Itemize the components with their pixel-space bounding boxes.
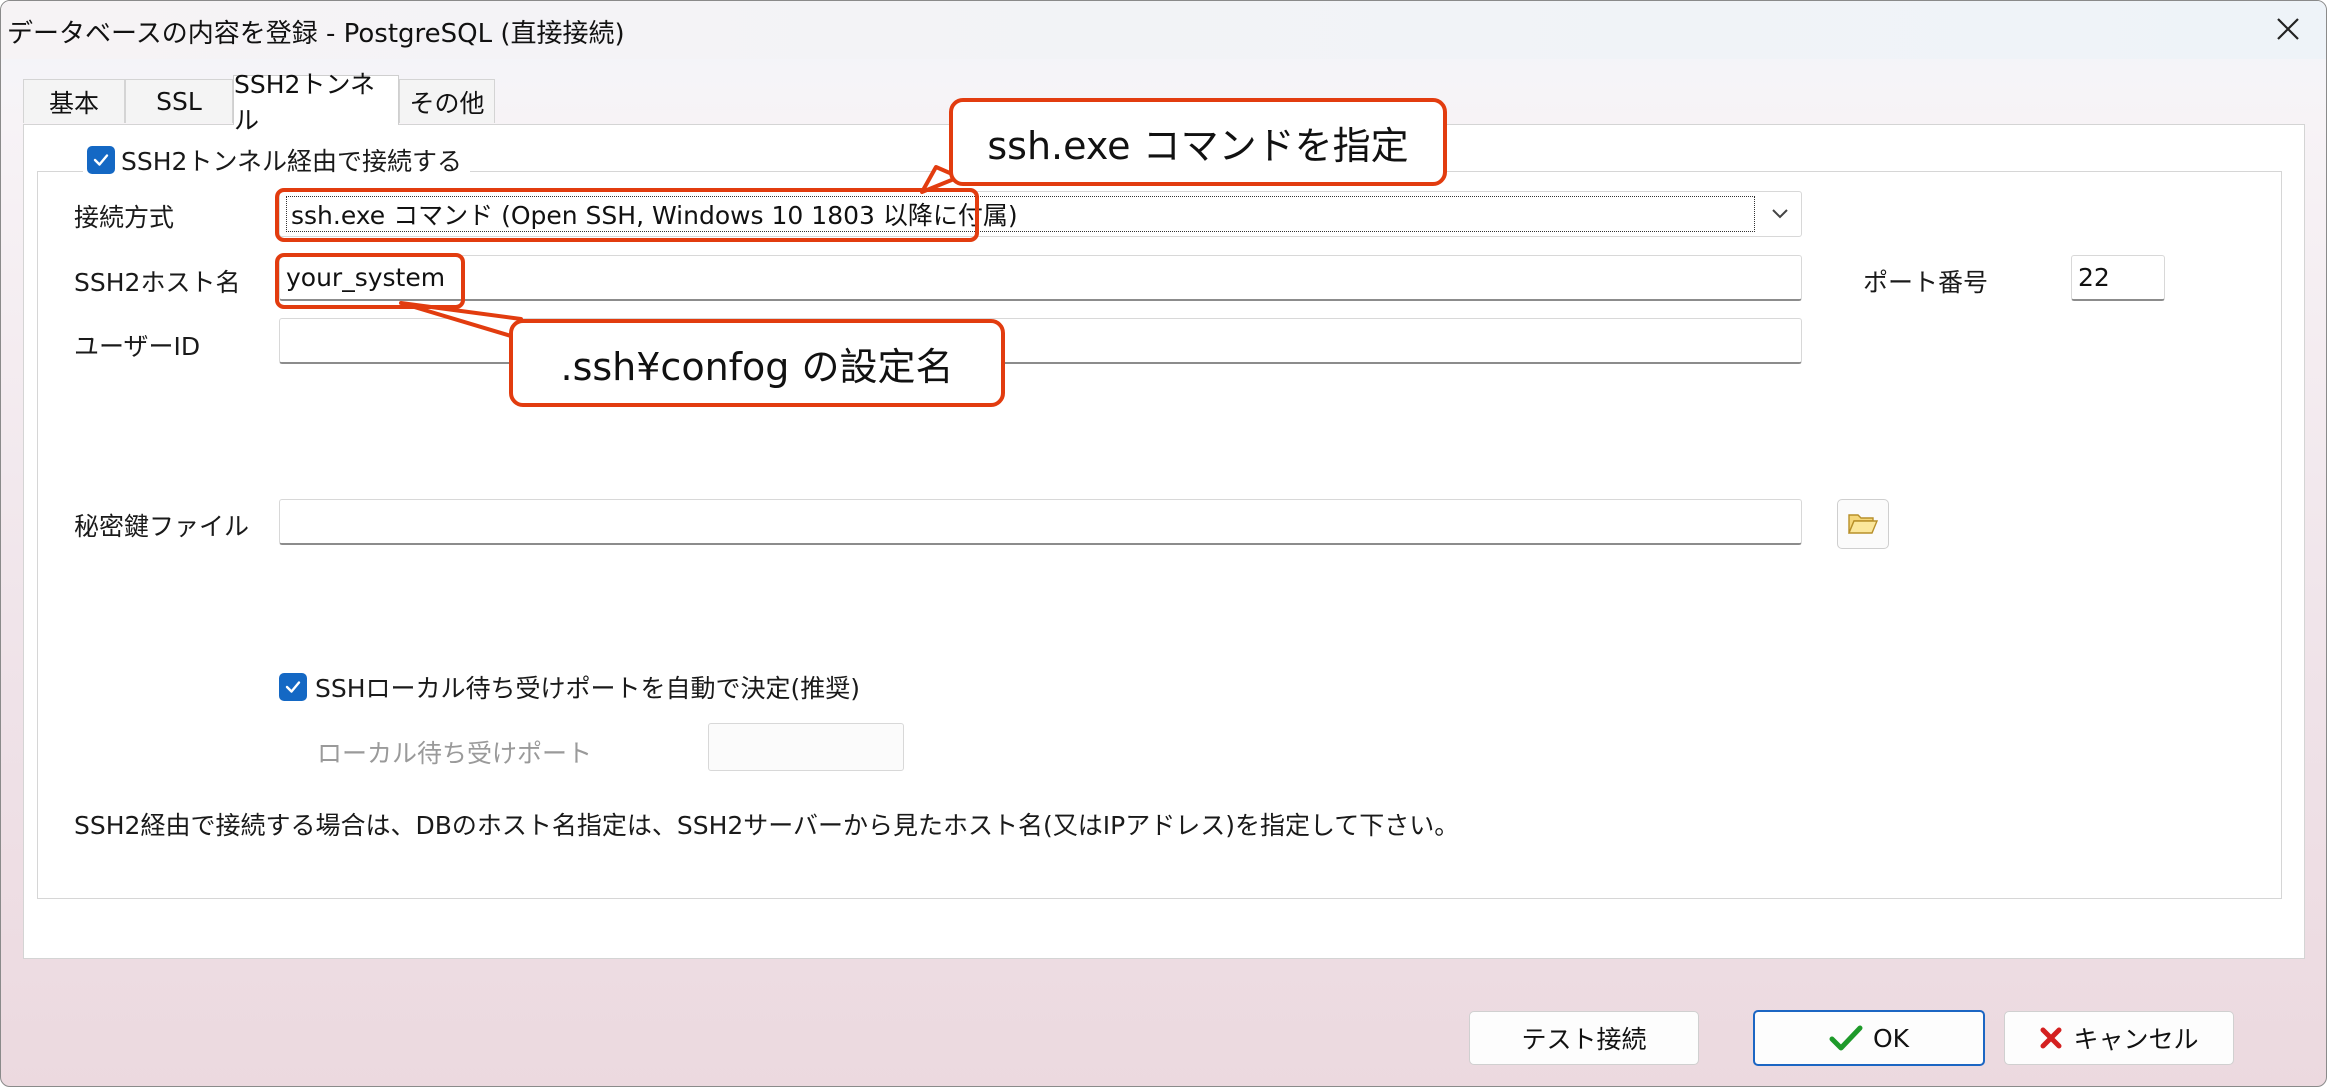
tab-ssh2-tunnel[interactable]: SSH2トンネル: [233, 70, 399, 135]
method-highlight-box: [275, 188, 979, 242]
dialog-window: データベースの内容を登録 - PostgreSQL (直接接続) 基本 SSL …: [0, 0, 2327, 1087]
host-highlight-box: [275, 253, 465, 309]
callout-method: ssh.exe コマンドを指定: [949, 98, 1447, 186]
callout-host: .ssh¥confog の設定名: [509, 319, 1005, 407]
